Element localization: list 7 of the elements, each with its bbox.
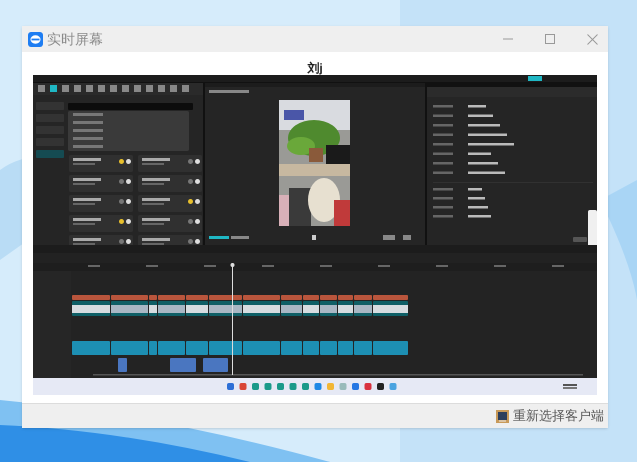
close-icon[interactable] <box>587 34 598 44</box>
app-logo-icon <box>28 32 43 46</box>
monitor-icon <box>496 410 509 422</box>
window-title: 实时屏幕 <box>47 30 103 48</box>
maximize-icon[interactable] <box>545 34 555 44</box>
reselect-client-button[interactable]: 重新选择客户端 <box>496 406 604 426</box>
client-name: 刘j <box>307 61 323 75</box>
